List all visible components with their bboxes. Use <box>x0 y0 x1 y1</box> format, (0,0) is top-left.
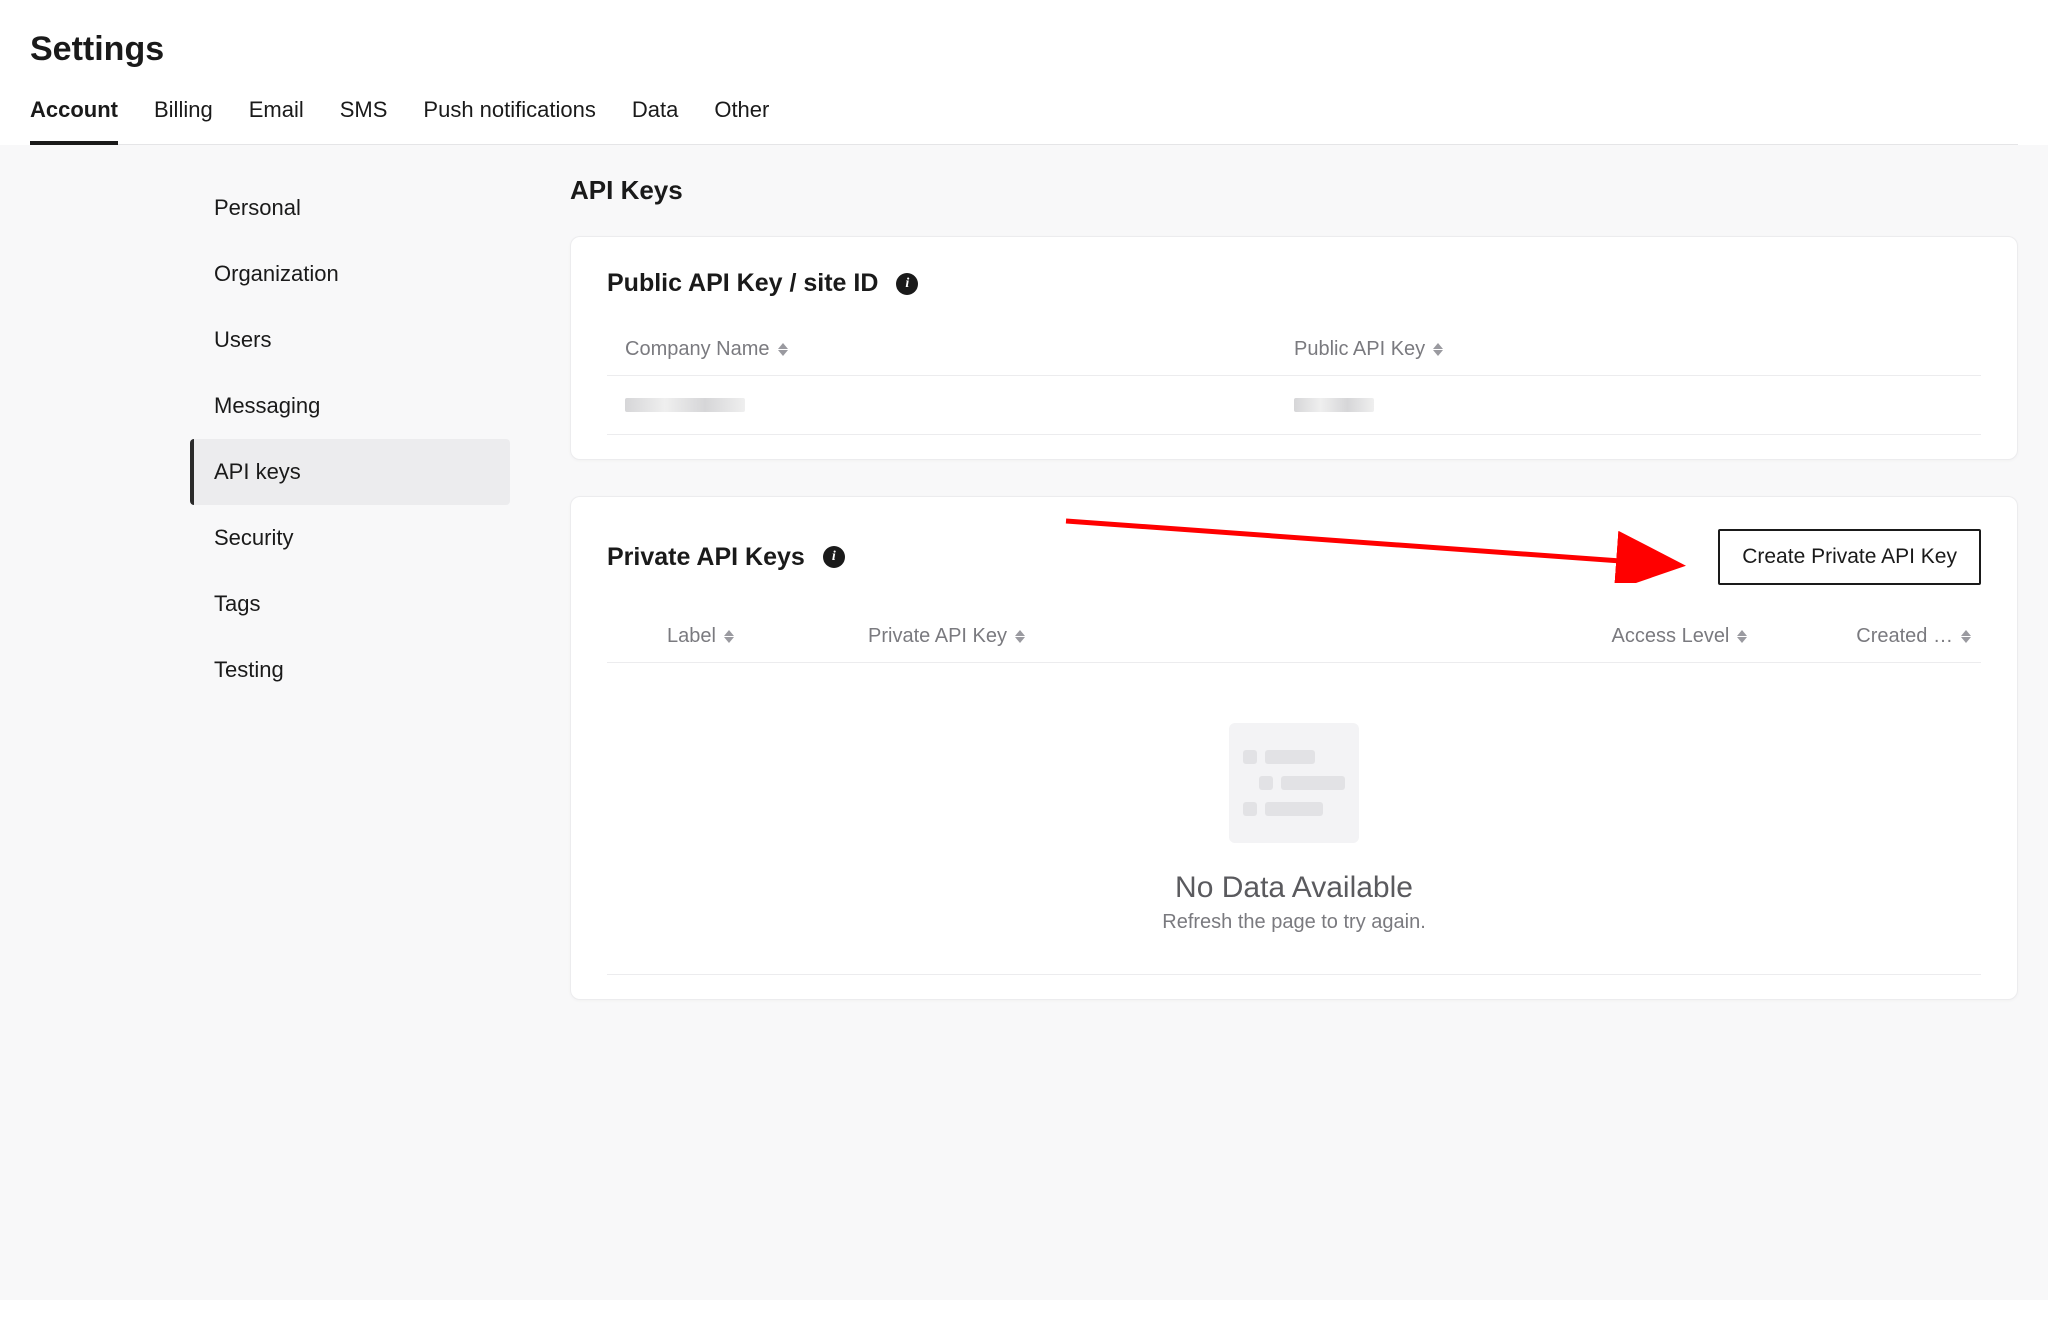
tab-billing[interactable]: Billing <box>154 97 213 145</box>
table-head: Company Name Public API Key <box>607 338 1981 376</box>
sort-icon <box>1015 630 1025 643</box>
sort-icon <box>1961 630 1971 643</box>
info-icon[interactable]: i <box>823 546 845 568</box>
empty-illustration-icon <box>1229 723 1359 843</box>
main-panel: API Keys Public API Key / site ID i Comp… <box>510 175 2018 1260</box>
column-text: Access Level <box>1612 625 1730 648</box>
sidebar-item-personal[interactable]: Personal <box>190 175 510 241</box>
column-company-name[interactable]: Company Name <box>607 338 1294 361</box>
card-title-wrap: Public API Key / site ID i <box>607 269 918 298</box>
tab-data[interactable]: Data <box>632 97 678 145</box>
column-label[interactable]: Label <box>607 625 868 648</box>
tab-push-notifications[interactable]: Push notifications <box>423 97 595 145</box>
sidebar-item-organization[interactable]: Organization <box>190 241 510 307</box>
sidebar-item-api-keys[interactable]: API keys <box>190 439 510 505</box>
column-label: Public API Key <box>1294 338 1425 361</box>
sidebar-item-testing[interactable]: Testing <box>190 637 510 703</box>
page-title: Settings <box>30 30 2018 69</box>
column-public-api-key[interactable]: Public API Key <box>1294 338 1981 361</box>
sort-icon <box>1433 343 1443 356</box>
private-key-table: Label Private API Key <box>607 625 1981 975</box>
cell-public-key <box>1294 398 1981 412</box>
create-private-api-key-button[interactable]: Create Private API Key <box>1718 529 1981 585</box>
table-head: Label Private API Key <box>607 625 1981 663</box>
tab-other[interactable]: Other <box>714 97 769 145</box>
tab-account[interactable]: Account <box>30 97 118 145</box>
column-private-api-key[interactable]: Private API Key <box>868 625 1445 648</box>
content-area: PersonalOrganizationUsersMessagingAPI ke… <box>0 145 2048 1300</box>
sidebar-item-users[interactable]: Users <box>190 307 510 373</box>
card-title-wrap: Private API Keys i <box>607 543 845 572</box>
empty-state: No Data Available Refresh the page to tr… <box>607 663 1981 974</box>
public-api-key-card: Public API Key / site ID i Company Name … <box>570 236 2018 460</box>
empty-title: No Data Available <box>1175 871 1413 905</box>
column-access-level[interactable]: Access Level <box>1445 625 1747 648</box>
redacted-value <box>1294 398 1374 412</box>
column-text: Label <box>667 625 716 648</box>
card-header: Private API Keys i Create Private API Ke… <box>607 529 1981 585</box>
tab-email[interactable]: Email <box>249 97 304 145</box>
table-row <box>607 376 1981 435</box>
column-text: Private API Key <box>868 625 1007 648</box>
page-header: Settings Account Billing Email SMS Push noti… <box>0 0 2048 145</box>
private-card-title: Private API Keys <box>607 543 805 572</box>
sort-icon <box>724 630 734 643</box>
sort-icon <box>778 343 788 356</box>
sidebar-item-messaging[interactable]: Messaging <box>190 373 510 439</box>
info-icon[interactable]: i <box>896 273 918 295</box>
sidebar-item-tags[interactable]: Tags <box>190 571 510 637</box>
public-card-title: Public API Key / site ID <box>607 269 878 298</box>
tab-row: Account Billing Email SMS Push notifications… <box>30 97 2018 145</box>
empty-subtitle: Refresh the page to try again. <box>1162 911 1426 934</box>
column-text: Created … <box>1856 625 1953 648</box>
redacted-value <box>625 398 745 412</box>
column-created[interactable]: Created … <box>1747 625 1981 648</box>
private-api-keys-card: Private API Keys i Create Private API Ke… <box>570 496 2018 1000</box>
main-title: API Keys <box>570 175 2018 206</box>
tab-sms[interactable]: SMS <box>340 97 388 145</box>
column-label: Company Name <box>625 338 770 361</box>
settings-sidebar: PersonalOrganizationUsersMessagingAPI ke… <box>190 175 510 1260</box>
card-header: Public API Key / site ID i <box>607 269 1981 298</box>
public-key-table: Company Name Public API Key <box>607 338 1981 435</box>
sort-icon <box>1737 630 1747 643</box>
cell-company-name <box>607 398 1294 412</box>
sidebar-item-security[interactable]: Security <box>190 505 510 571</box>
